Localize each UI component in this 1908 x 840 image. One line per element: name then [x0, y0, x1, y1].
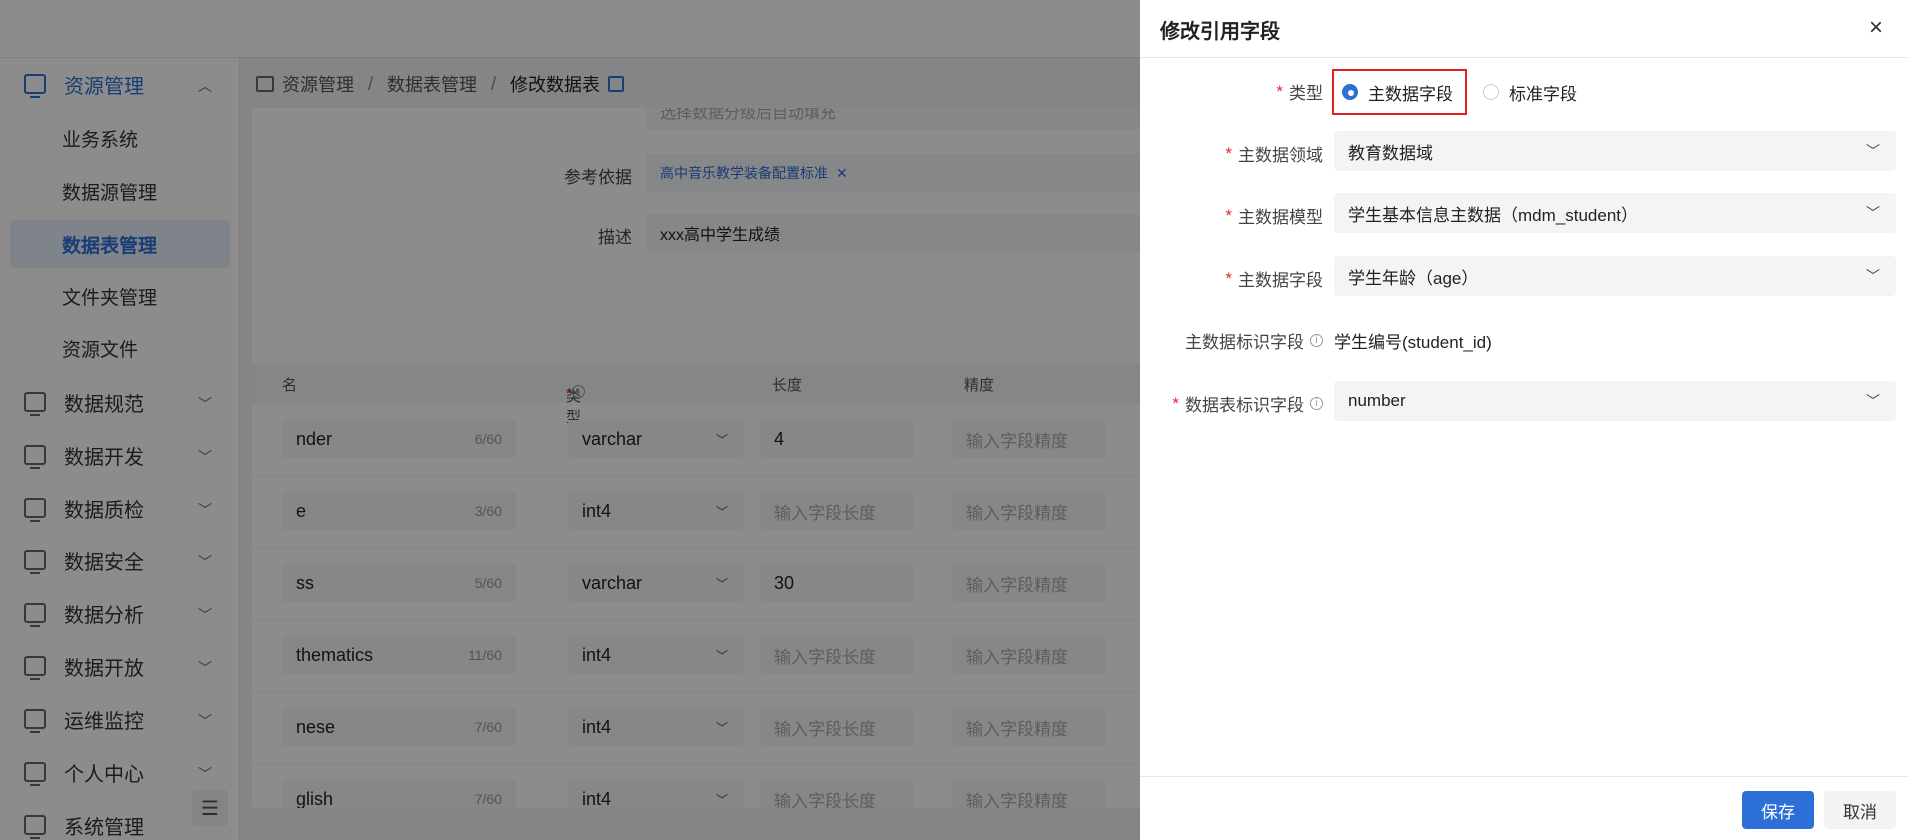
- domain-label-text: 主数据领域: [1238, 146, 1323, 165]
- table-id-select[interactable]: number ﹀: [1334, 381, 1896, 421]
- table-id-label: * 数据表标识字段 i: [1172, 391, 1323, 416]
- table-id-label-text: 数据表标识字段: [1185, 396, 1304, 415]
- model-label: * 主数据模型: [1225, 203, 1323, 228]
- info-icon[interactable]: i: [1310, 334, 1323, 347]
- radio-master-field[interactable]: 主数据字段: [1332, 69, 1467, 115]
- chevron-down-icon: ﹀: [1866, 393, 1880, 409]
- radio-label: 标准字段: [1509, 84, 1577, 104]
- save-button[interactable]: 保存: [1742, 791, 1814, 829]
- type-label: * 类型: [1276, 79, 1323, 104]
- field-select[interactable]: 学生年龄（age） ﹀: [1334, 256, 1896, 296]
- drawer-header: 修改引用字段 ×: [1140, 0, 1908, 58]
- radio-standard-field[interactable]: 标准字段: [1483, 72, 1577, 112]
- drawer-footer: 保存 取消: [1140, 776, 1908, 840]
- domain-label: * 主数据领域: [1225, 141, 1323, 166]
- id-label-text: 主数据标识字段: [1185, 333, 1304, 352]
- edit-field-drawer: 修改引用字段 × * 类型 主数据字段 标准字段 * 主数据领域 教育数据域 ﹀ *…: [1140, 0, 1908, 840]
- field-value: 学生年龄（age）: [1348, 268, 1479, 288]
- domain-value: 教育数据域: [1348, 143, 1433, 163]
- model-value: 学生基本信息主数据（mdm_student）: [1348, 205, 1638, 225]
- chevron-down-icon: ﹀: [1866, 205, 1880, 221]
- info-icon[interactable]: i: [1310, 397, 1323, 410]
- table-id-value: number: [1348, 391, 1406, 410]
- id-label: 主数据标识字段 i: [1185, 328, 1323, 353]
- domain-select[interactable]: 教育数据域 ﹀: [1334, 131, 1896, 171]
- close-icon[interactable]: ×: [1862, 14, 1890, 42]
- radio-unchecked-icon: [1483, 84, 1499, 100]
- field-label: * 主数据字段: [1225, 266, 1323, 291]
- chevron-down-icon: ﹀: [1866, 143, 1880, 159]
- chevron-down-icon: ﹀: [1866, 268, 1880, 284]
- id-value: 学生编号(student_id): [1334, 333, 1492, 352]
- model-label-text: 主数据模型: [1238, 208, 1323, 227]
- type-radio-group: 主数据字段 标准字段: [1332, 69, 1577, 115]
- cancel-button[interactable]: 取消: [1824, 791, 1896, 829]
- field-label-text: 主数据字段: [1238, 271, 1323, 290]
- radio-label: 主数据字段: [1368, 84, 1453, 104]
- type-label-text: 类型: [1289, 84, 1323, 103]
- radio-checked-icon: [1342, 84, 1358, 100]
- model-select[interactable]: 学生基本信息主数据（mdm_student） ﹀: [1334, 193, 1896, 233]
- drawer-title: 修改引用字段: [1160, 21, 1280, 43]
